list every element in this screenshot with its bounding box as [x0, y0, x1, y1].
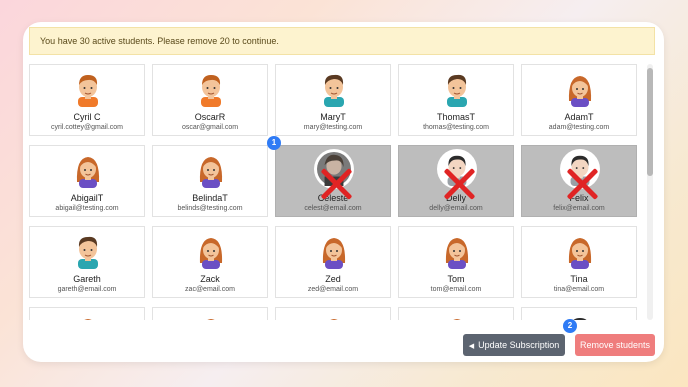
step-badge-2: 2	[563, 319, 577, 333]
student-card[interactable]: AbigailT abigail@testing.com	[29, 145, 145, 217]
remove-students-label: Remove students	[579, 340, 651, 350]
remove-x-icon	[564, 166, 600, 202]
boy-teal-avatar	[70, 233, 106, 269]
student-email: tina@email.com	[553, 286, 605, 293]
girl-purple-avatar	[316, 233, 352, 269]
student-card[interactable]	[152, 307, 268, 320]
remove-x-icon	[441, 166, 477, 202]
grid-scrollbar[interactable]	[647, 64, 653, 320]
student-email: cyril.cottey@gmail.com	[50, 124, 124, 131]
scrollbar-thumb[interactable]	[647, 68, 653, 176]
student-card[interactable]: Felix felix@email.com	[521, 145, 637, 217]
student-name: BelindaT	[192, 193, 228, 203]
student-grid: Cyril C cyril.cottey@gmail.com OscarR oscar…	[29, 64, 645, 320]
girl-purple-avatar	[562, 233, 598, 269]
student-email: oscar@gmail.com	[181, 124, 239, 131]
student-email: zed@email.com	[307, 286, 359, 293]
student-card[interactable]: Celeste celest@email.com	[275, 145, 391, 217]
remove-x-icon	[318, 166, 354, 202]
girl-purple-avatar	[316, 314, 352, 320]
student-email: zac@email.com	[185, 286, 235, 293]
girl-purple-avatar	[562, 71, 598, 107]
student-email: gareth@email.com	[57, 286, 117, 293]
student-card[interactable]: ThomasT thomas@testing.com	[398, 64, 514, 136]
student-card[interactable]: OscarR oscar@gmail.com	[152, 64, 268, 136]
student-card[interactable]: Zack zac@email.com	[152, 226, 268, 298]
student-email: tom@email.com	[430, 286, 482, 293]
student-card[interactable]	[29, 307, 145, 320]
student-email: abigail@testing.com	[55, 205, 119, 212]
student-card[interactable]	[398, 307, 514, 320]
student-card[interactable]	[521, 307, 637, 320]
update-subscription-label: Update Subscription	[478, 340, 560, 350]
warning-banner-text: You have 30 active students. Please remo…	[40, 36, 279, 46]
student-name: Cyril C	[73, 112, 101, 122]
student-name: Tom	[447, 274, 465, 284]
girl-purple-avatar	[193, 152, 229, 188]
student-email: adam@testing.com	[548, 124, 610, 131]
boy-teal-avatar	[316, 71, 352, 107]
student-email: delly@email.com	[429, 205, 483, 212]
boy-orange-avatar	[193, 71, 229, 107]
student-card[interactable]: MaryT mary@testing.com	[275, 64, 391, 136]
student-email: belinds@testing.com	[177, 205, 243, 212]
girl-purple-avatar	[70, 314, 106, 320]
student-card[interactable]: AdamT adam@testing.com	[521, 64, 637, 136]
student-card[interactable]: Zed zed@email.com	[275, 226, 391, 298]
student-card[interactable]: Cyril C cyril.cottey@gmail.com	[29, 64, 145, 136]
student-name: ThomasT	[436, 112, 475, 122]
girl-purple-avatar	[193, 233, 229, 269]
student-card[interactable]: Delly delly@email.com	[398, 145, 514, 217]
student-name: Gareth	[73, 274, 101, 284]
girl-purple-avatar	[439, 233, 475, 269]
student-card[interactable]: Tina tina@email.com	[521, 226, 637, 298]
girl-purple-avatar	[193, 314, 229, 320]
remove-students-dialog: You have 30 active students. Please remo…	[23, 22, 664, 362]
girl-purple-avatar	[70, 152, 106, 188]
caret-left-icon: ◀	[468, 343, 475, 350]
student-name: OscarR	[194, 112, 226, 122]
student-name: Zack	[200, 274, 220, 284]
student-name: Tina	[570, 274, 588, 284]
student-name: AdamT	[564, 112, 594, 122]
student-card[interactable]: Tom tom@email.com	[398, 226, 514, 298]
student-name: MaryT	[320, 112, 346, 122]
student-name: Zed	[325, 274, 341, 284]
remove-students-button[interactable]: Remove students	[575, 334, 655, 356]
boy-teal-avatar	[439, 71, 475, 107]
student-card[interactable]: BelindaT belinds@testing.com	[152, 145, 268, 217]
update-subscription-button[interactable]: ◀ Update Subscription	[463, 334, 565, 356]
student-card[interactable]	[275, 307, 391, 320]
student-name: AbigailT	[70, 193, 104, 203]
warning-banner: You have 30 active students. Please remo…	[29, 27, 655, 55]
step-badge-1: 1	[267, 136, 281, 150]
student-email: celest@email.com	[304, 205, 362, 212]
student-email: mary@testing.com	[303, 124, 363, 131]
student-email: felix@email.com	[553, 205, 605, 212]
student-card[interactable]: Gareth gareth@email.com	[29, 226, 145, 298]
girl-purple-avatar	[439, 314, 475, 320]
boy-orange-avatar	[70, 71, 106, 107]
student-email: thomas@testing.com	[423, 124, 489, 131]
